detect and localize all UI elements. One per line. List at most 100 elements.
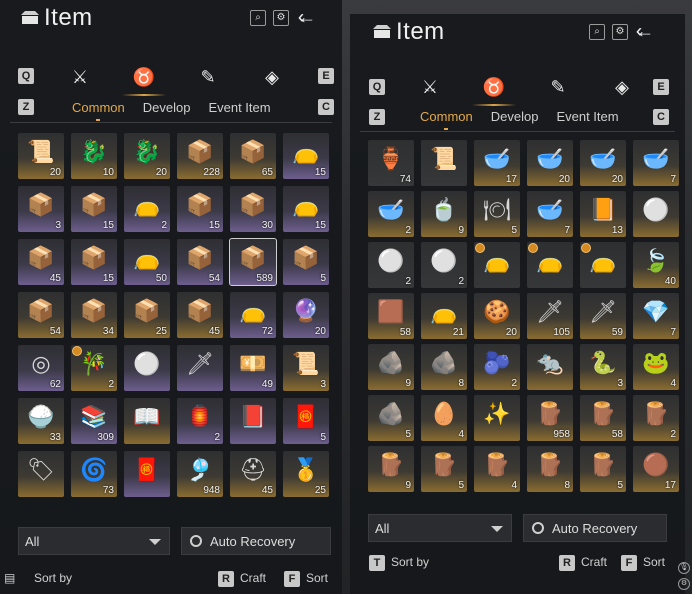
item-slot[interactable]: ⚪ (124, 345, 170, 391)
item-slot[interactable]: 📦 15 (71, 239, 117, 285)
back-button[interactable]: ‹‹← (636, 21, 670, 41)
item-slot[interactable]: 🧧 5 (283, 398, 329, 444)
item-slot[interactable]: 👝 2 (124, 186, 170, 232)
auto-recovery-button[interactable]: Auto Recovery (181, 527, 331, 555)
item-slot[interactable]: ⚪ 2 (368, 242, 414, 288)
item-slot[interactable]: 📚 309 (71, 398, 117, 444)
item-slot[interactable]: 🪵 5 (580, 446, 626, 492)
item-slot[interactable]: 👝 72 (230, 292, 276, 338)
item-slot[interactable]: 🐀 (527, 344, 573, 390)
category-weapons[interactable]: ⚔ (398, 72, 462, 102)
item-slot[interactable]: 📦 45 (177, 292, 223, 338)
item-slot[interactable]: 🪵 4 (474, 446, 520, 492)
item-slot[interactable]: 🗡 105 (527, 293, 573, 339)
item-slot[interactable]: 🎐 948 (177, 451, 223, 497)
item-slot[interactable]: 🔮 20 (283, 292, 329, 338)
item-slot[interactable]: 🐸 4 (633, 344, 679, 390)
tab-develop[interactable]: Develop (491, 109, 539, 124)
category-gem[interactable]: ◈ (590, 72, 654, 102)
item-slot[interactable]: 🌀 73 (71, 451, 117, 497)
category-pouch[interactable]: ♉ (462, 72, 526, 106)
category-gem[interactable]: ◈ (240, 62, 304, 92)
item-slot[interactable]: ⚪ 2 (421, 242, 467, 288)
item-slot[interactable]: 📕 (230, 398, 276, 444)
item-slot[interactable]: 📦 45 (18, 239, 64, 285)
item-slot[interactable]: 📦 54 (18, 292, 64, 338)
item-slot[interactable]: 🥣 20 (580, 140, 626, 186)
item-slot[interactable]: 👝 50 (124, 239, 170, 285)
item-slot[interactable]: 🥣 7 (527, 191, 573, 237)
tab-common[interactable]: Common (420, 109, 473, 130)
filter-dropdown[interactable]: All (368, 514, 512, 542)
item-slot[interactable]: ✨ (474, 395, 520, 441)
item-slot[interactable]: 🧧 (124, 451, 170, 497)
item-slot[interactable]: 🥣 17 (474, 140, 520, 186)
item-slot[interactable]: 🟫 58 (368, 293, 414, 339)
item-slot[interactable]: 🏮 2 (177, 398, 223, 444)
item-slot[interactable]: 🍪 20 (474, 293, 520, 339)
category-scroll[interactable]: ✎ (526, 72, 590, 102)
item-slot[interactable]: 👝 15 (283, 133, 329, 179)
item-slot[interactable]: 🪵 5 (421, 446, 467, 492)
auto-recovery-button[interactable]: Auto Recovery (523, 514, 667, 542)
item-slot[interactable]: ⚪ (633, 191, 679, 237)
item-slot[interactable]: 📙 13 (580, 191, 626, 237)
item-slot[interactable]: 🍵 9 (421, 191, 467, 237)
settings-icon[interactable]: ⚙ (612, 24, 628, 40)
tab-common[interactable]: Common (72, 100, 125, 121)
search-icon[interactable]: ⌕ (250, 10, 266, 26)
tab-event-item[interactable]: Event Item (208, 100, 270, 115)
search-icon[interactable]: ⌕ (589, 24, 605, 40)
item-slot[interactable]: 📜 (421, 140, 467, 186)
craft-button[interactable]: R Craft (218, 570, 266, 587)
item-slot[interactable]: 📜 20 (18, 133, 64, 179)
item-slot[interactable]: 📦 228 (177, 133, 223, 179)
item-slot[interactable]: 🗡 59 (580, 293, 626, 339)
item-slot[interactable]: 🍽 5 (474, 191, 520, 237)
item-slot[interactable]: 🥇 25 (283, 451, 329, 497)
item-slot[interactable]: 👝 15 (283, 186, 329, 232)
item-slot[interactable]: 👝 21 (421, 293, 467, 339)
item-slot[interactable]: 🐉 10 (71, 133, 117, 179)
item-slot[interactable]: ⛑ 45 (230, 451, 276, 497)
item-slot[interactable]: 👝 (527, 242, 573, 288)
sort-by-button[interactable]: ▤ Sort by (4, 570, 72, 586)
item-slot[interactable]: 🪵 9 (368, 446, 414, 492)
sort-by-button[interactable]: T Sort by (369, 554, 429, 571)
item-slot[interactable]: 📦 589 (229, 238, 277, 286)
item-slot[interactable]: 🍚 33 (18, 398, 64, 444)
item-slot[interactable]: 🪵 8 (527, 446, 573, 492)
item-slot[interactable]: 📦 54 (177, 239, 223, 285)
item-slot[interactable]: 📦 25 (124, 292, 170, 338)
item-slot[interactable]: 📦 65 (230, 133, 276, 179)
item-slot[interactable]: 🟤 17 (633, 446, 679, 492)
item-slot[interactable]: 🪨 8 (421, 344, 467, 390)
item-slot[interactable]: 📦 34 (71, 292, 117, 338)
category-weapons[interactable]: ⚔ (48, 62, 112, 92)
item-slot[interactable]: 📦 5 (283, 239, 329, 285)
category-pouch[interactable]: ♉ (112, 62, 176, 96)
settings-small-icon[interactable]: ⚙ (678, 578, 690, 590)
item-slot[interactable]: 📦 30 (230, 186, 276, 232)
item-slot[interactable]: 🐉 20 (124, 133, 170, 179)
item-slot[interactable]: 💎 7 (633, 293, 679, 339)
craft-button[interactable]: R Craft (559, 554, 607, 571)
item-slot[interactable]: 🪵 958 (527, 395, 573, 441)
item-slot[interactable]: 💴 49 (230, 345, 276, 391)
item-slot[interactable]: 🪵 58 (580, 395, 626, 441)
item-slot[interactable]: 🫐 2 (474, 344, 520, 390)
item-slot[interactable]: 🏺 74 (368, 140, 414, 186)
sort-button[interactable]: F Sort (621, 554, 665, 571)
filter-dropdown[interactable]: All (18, 527, 170, 555)
item-slot[interactable]: 🪨 9 (368, 344, 414, 390)
item-slot[interactable]: 🐍 3 (580, 344, 626, 390)
item-slot[interactable]: 📦 15 (71, 186, 117, 232)
item-slot[interactable]: 📦 15 (177, 186, 223, 232)
item-slot[interactable]: 🍃 40 (633, 242, 679, 288)
settings-icon[interactable]: ⚙ (273, 10, 289, 26)
item-slot[interactable]: 🗡 (177, 345, 223, 391)
item-slot[interactable]: 🏷 (18, 451, 64, 497)
back-button[interactable]: ‹‹← (298, 7, 332, 27)
item-slot[interactable]: 🪨 5 (368, 395, 414, 441)
category-scroll[interactable]: ✎ (176, 62, 240, 92)
